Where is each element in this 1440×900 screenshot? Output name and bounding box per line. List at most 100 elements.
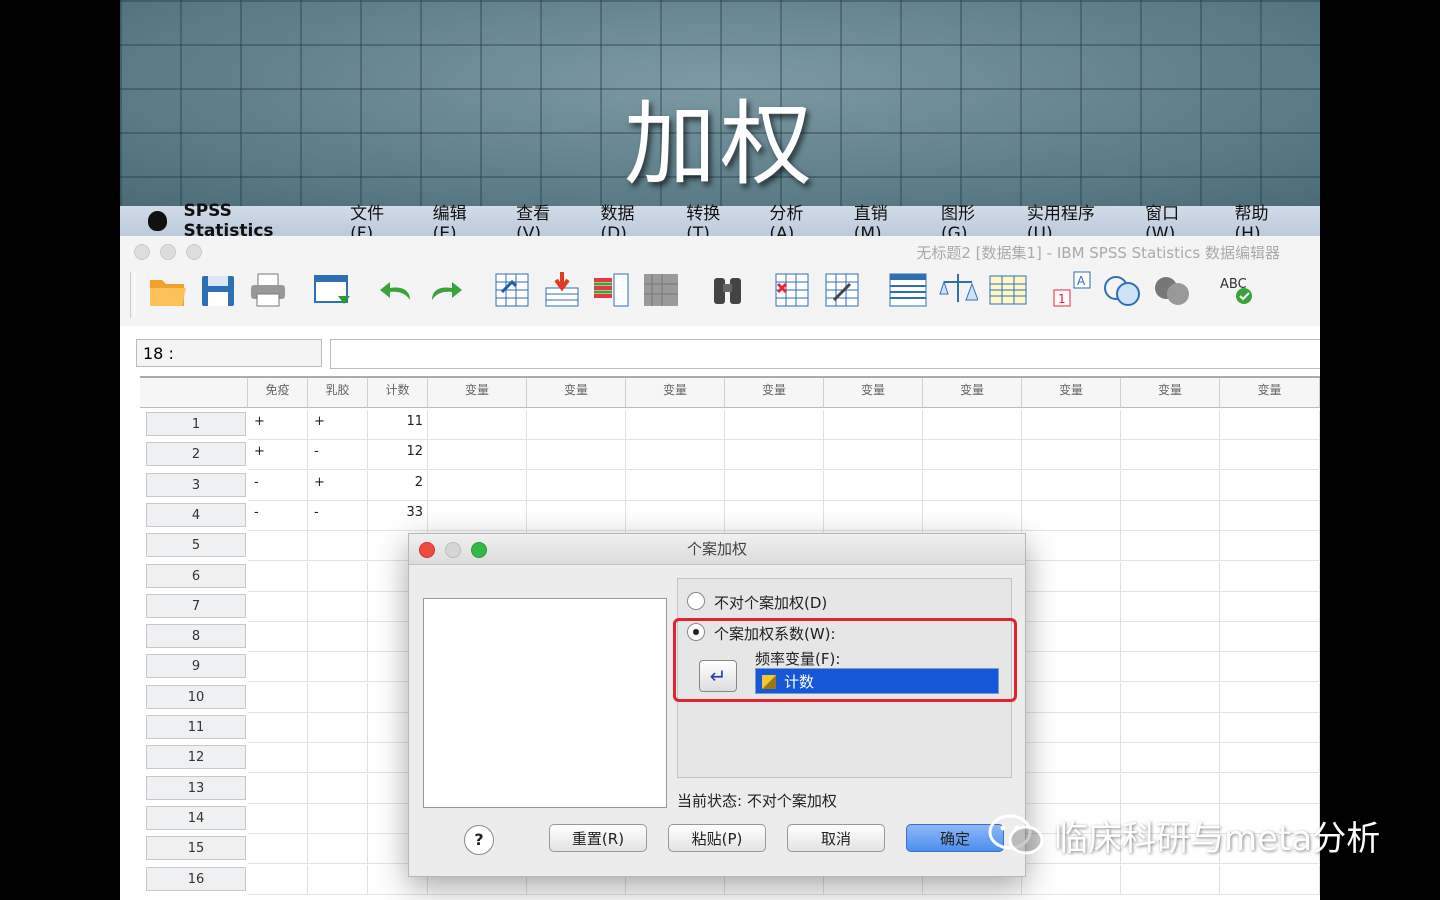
dialog-minimize-button[interactable]: [445, 542, 461, 558]
row-header[interactable]: 7: [146, 593, 246, 618]
table-cell[interactable]: 12: [368, 440, 428, 471]
table-cell[interactable]: [1022, 682, 1121, 713]
dialog-close-button[interactable]: [419, 542, 435, 558]
table-cell[interactable]: [1220, 622, 1320, 653]
table-cell[interactable]: [308, 531, 368, 562]
table-cell[interactable]: [248, 773, 308, 804]
row-header[interactable]: 11: [146, 715, 246, 739]
table-cell[interactable]: [824, 440, 923, 471]
row-header[interactable]: 2: [146, 442, 246, 467]
column-header[interactable]: 变量: [1022, 378, 1121, 408]
radio-do-not-weight[interactable]: [687, 592, 705, 610]
row-header[interactable]: 9: [146, 654, 246, 679]
close-window-button[interactable]: [134, 244, 150, 260]
cell-value-input[interactable]: [330, 339, 1320, 369]
source-variable-list[interactable]: [423, 598, 667, 808]
row-header[interactable]: 4: [146, 502, 246, 527]
app-menu[interactable]: SPSS Statistics: [183, 201, 324, 241]
table-cell[interactable]: [626, 500, 725, 531]
column-header[interactable]: 变量: [1121, 378, 1220, 408]
insert-cases-icon[interactable]: [772, 270, 812, 310]
row-header[interactable]: 12: [146, 745, 246, 770]
table-cell[interactable]: -: [248, 500, 308, 531]
table-cell[interactable]: +: [308, 410, 368, 440]
table-cell[interactable]: [308, 864, 368, 895]
save-icon[interactable]: [198, 270, 238, 310]
column-header[interactable]: 变量: [725, 378, 824, 408]
table-cell[interactable]: [725, 440, 824, 471]
table-cell[interactable]: [923, 470, 1022, 501]
table-cell[interactable]: [626, 440, 725, 471]
table-cell[interactable]: +: [248, 440, 308, 471]
column-header[interactable]: 变量: [428, 378, 527, 408]
table-cell[interactable]: [1121, 470, 1220, 501]
table-cell[interactable]: [248, 834, 308, 865]
table-cell[interactable]: [1121, 622, 1220, 653]
table-cell[interactable]: +: [248, 410, 308, 440]
table-cell[interactable]: 11: [368, 410, 428, 440]
table-cell[interactable]: [308, 834, 368, 865]
help-button[interactable]: ?: [464, 825, 494, 855]
table-cell[interactable]: [248, 561, 308, 592]
table-cell[interactable]: [1022, 410, 1121, 440]
row-header[interactable]: 15: [146, 836, 246, 861]
table-cell[interactable]: [248, 864, 308, 895]
table-cell[interactable]: [1022, 500, 1121, 531]
table-cell[interactable]: [308, 591, 368, 622]
table-cell[interactable]: [725, 410, 824, 440]
table-cell[interactable]: [1121, 773, 1220, 804]
weight-cases-icon[interactable]: [938, 270, 979, 310]
table-cell[interactable]: [1121, 682, 1220, 713]
table-cell[interactable]: [428, 500, 527, 531]
table-cell[interactable]: [428, 470, 527, 501]
row-header[interactable]: 1: [146, 412, 246, 436]
column-header[interactable]: 乳胶: [308, 378, 368, 408]
cancel-button[interactable]: 取消: [787, 824, 885, 852]
table-cell[interactable]: [248, 743, 308, 774]
table-cell[interactable]: -: [248, 470, 308, 501]
table-cell[interactable]: [248, 622, 308, 653]
table-cell[interactable]: [1022, 743, 1121, 774]
table-cell[interactable]: [248, 531, 308, 562]
reset-button[interactable]: 重置(R): [549, 824, 647, 852]
table-cell[interactable]: [1022, 622, 1121, 653]
table-cell[interactable]: [1220, 561, 1320, 592]
table-cell[interactable]: [1220, 682, 1320, 713]
insert-variable-icon[interactable]: [822, 270, 862, 310]
column-header[interactable]: 变量: [1220, 378, 1320, 408]
apple-icon[interactable]: [148, 211, 168, 231]
column-header[interactable]: 变量: [824, 378, 923, 408]
table-cell[interactable]: [428, 410, 527, 440]
row-header[interactable]: 13: [146, 775, 246, 800]
table-cell[interactable]: [527, 440, 626, 471]
table-cell[interactable]: [308, 652, 368, 683]
table-cell[interactable]: [428, 440, 527, 471]
table-cell[interactable]: [1022, 652, 1121, 683]
column-header[interactable]: 计数: [368, 378, 428, 408]
column-header[interactable]: 变量: [626, 378, 725, 408]
table-cell[interactable]: [308, 803, 368, 834]
row-header[interactable]: 3: [146, 472, 246, 497]
table-cell[interactable]: [1022, 591, 1121, 622]
table-cell[interactable]: 2: [368, 470, 428, 501]
show-all-variables-icon[interactable]: [1152, 270, 1192, 310]
table-cell[interactable]: [1220, 864, 1320, 895]
find-icon[interactable]: [708, 270, 748, 310]
table-cell[interactable]: [1121, 591, 1220, 622]
row-header[interactable]: 8: [146, 624, 246, 649]
recall-dialog-icon[interactable]: [312, 270, 352, 310]
zoom-window-button[interactable]: [186, 244, 202, 260]
run-descriptive-icon[interactable]: [642, 270, 682, 310]
table-cell[interactable]: [308, 561, 368, 592]
column-header[interactable]: 变量: [923, 378, 1022, 408]
table-cell[interactable]: [725, 500, 824, 531]
row-header[interactable]: 5: [146, 533, 246, 558]
table-cell[interactable]: [1022, 440, 1121, 471]
row-header[interactable]: 14: [146, 805, 246, 830]
dialog-zoom-button[interactable]: [471, 542, 487, 558]
table-cell[interactable]: [1220, 652, 1320, 683]
table-cell[interactable]: [1121, 561, 1220, 592]
table-cell[interactable]: [248, 713, 308, 743]
open-folder-icon[interactable]: [148, 270, 188, 310]
table-cell[interactable]: [1220, 713, 1320, 743]
